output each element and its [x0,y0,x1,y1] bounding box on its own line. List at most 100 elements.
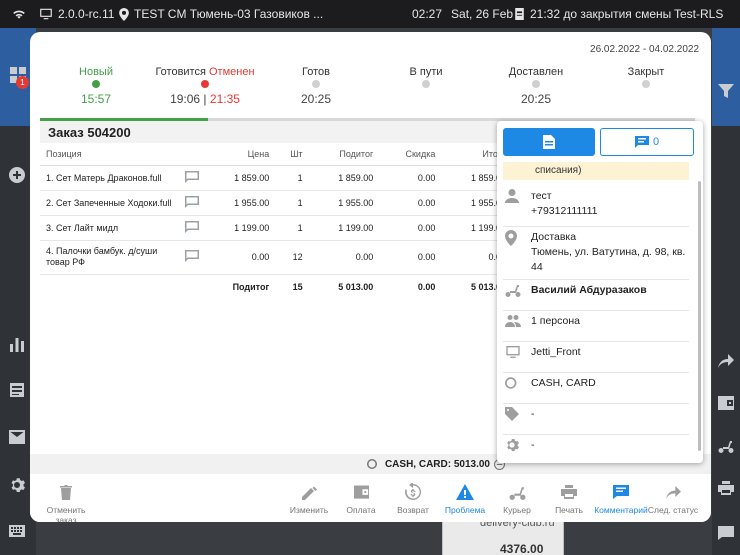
problem-button[interactable]: Проблема [435,482,495,515]
payment-label: Оплата [346,505,376,515]
status-shift: 21:32 до закрытия смены [514,0,671,28]
courier-button[interactable]: Курьер [487,482,547,515]
comment-outline-icon [185,220,199,233]
rail-mail-button[interactable] [9,430,27,448]
step-cooking-dot [201,80,209,88]
right-rail-filter-button[interactable] [718,83,734,99]
right-rail [712,28,740,555]
cash-icon [366,459,381,469]
table-row[interactable]: 2. Сет Запеченные Ходоки.full 1 955.00 1… [40,190,514,216]
people-icon [505,315,521,327]
location-pin-icon [119,7,129,21]
tag-row: - [503,407,689,435]
delivery-address: Тюмень, ул. Ватутина, д. 98, кв. 44 [531,246,686,273]
wifi-icon [13,10,25,19]
item-comment-button[interactable] [180,165,204,191]
rail-list-button[interactable] [9,382,27,400]
forward-icon [718,354,734,368]
item-subtotal: 1 955.00 [310,190,382,216]
next-status-button[interactable]: След. статус [643,482,703,515]
right-rail-active-section [712,28,740,126]
step-closed: Закрыт [591,66,701,88]
payment-summary: CASH, CARD: 5013.00 [384,458,490,470]
printer-icon [561,485,577,499]
customer-panel-scrollbar[interactable] [698,181,701,451]
status-profile[interactable]: Test-RLS [674,0,723,28]
edit-label: Изменить [289,505,329,515]
rail-keyboard-button[interactable] [9,524,27,542]
list-icon [10,383,24,397]
order-items-section: Заказ 504200 Позиция Цена Шт Подитог Ски… [40,121,514,299]
comment-label: Комментарий [594,505,648,515]
wallet-icon [718,396,734,410]
source-row: Jetti_Front [503,345,689,373]
problem-label: Проблема [444,505,486,515]
item-qty: 1 [277,165,311,191]
item-comment-button[interactable] [180,215,204,241]
scooter-icon [509,486,525,500]
refund-button[interactable]: Возврат [383,482,443,515]
totals-discount: 0.00 [417,281,436,292]
cancel-order-button[interactable]: Отменить заказ [36,482,96,522]
col-discount: Скидка [381,143,444,166]
item-comment-button[interactable] [180,190,204,216]
payment-button[interactable]: Оплата [331,482,391,515]
step-ready-dot [312,80,320,88]
step-cooking: Готовится Отменен 19:06 | 21:35 [150,66,260,106]
edit-button[interactable]: Изменить [279,482,339,515]
step-cooking-time: 19:06 [170,92,201,106]
gear-icon [11,478,25,492]
right-rail-scooter-button[interactable] [718,439,734,455]
bar-chart-icon [10,338,24,352]
col-subtotal: Подитог [310,143,382,166]
step-new-time: 15:57 [80,92,112,106]
right-rail-print-button[interactable] [718,481,734,497]
details-tab-button[interactable] [503,128,595,156]
status-clock: 02:27 Sat, 26 Feb [412,0,513,28]
col-price: Цена [204,143,278,166]
wallet-icon [353,485,369,499]
rail-add-button[interactable] [9,167,27,185]
payment-row: CASH, CARD [503,376,689,404]
table-row[interactable]: 3. Сет Лайт мидл 1 199.00 1 1 199.00 0.0… [40,215,514,241]
comment-outline-icon [185,250,199,262]
clock-time: 02:27 [412,7,443,21]
right-rail-wallet-button[interactable] [718,396,734,412]
keyboard-icon [9,525,25,537]
filter-icon [718,84,734,98]
print-button[interactable]: Печать [539,482,599,515]
courier-name: Василий Абдуразаков [531,284,647,296]
persons-row: 1 персона [503,314,689,342]
step-new: Новый 15:57 [41,66,151,106]
badge-icon [515,8,524,20]
rail-reports-button[interactable] [9,336,27,354]
customer-name: тест [531,190,552,202]
profile-name: Test-RLS [674,7,724,21]
step-in-transit-label: В пути [409,66,443,78]
table-row[interactable]: 4. Палочки бамбук. д/суши товар РФ 0.00 … [40,240,514,275]
printer-icon [718,481,734,495]
table-row[interactable]: 1. Сет Матерь Драконов.full 1 859.00 1 1… [40,165,514,191]
item-comment-button[interactable] [180,240,204,275]
item-price: 1 955.00 [204,190,278,216]
status-location[interactable]: TEST CM Тюмень-03 Газовиков ... [119,0,323,28]
app-version: 2.0.0-rc.11 [58,7,115,21]
comments-tab-button[interactable]: 0 [600,128,694,156]
customer-phone[interactable]: +79312111111 [531,204,597,219]
totals-subtotal: 5 013.00 [338,281,374,292]
order-items-table: Позиция Цена Шт Подитог Скидка Итого 1. … [40,143,514,299]
rail-settings-button[interactable] [9,477,27,495]
item-qty: 12 [277,240,311,275]
right-rail-forward-button[interactable] [718,354,734,370]
step-ready-label: Готов [302,66,330,78]
table-header: Позиция Цена Шт Подитог Скидка Итого [40,143,514,166]
comment-button[interactable]: Комментарий [591,482,651,515]
step-delivered-dot [532,80,540,88]
right-rail-comment-button[interactable] [718,526,734,542]
comments-count: 0 [652,136,660,148]
step-delivered-label: Доставлен [508,66,564,78]
step-cancelled-time: 21:35 [209,92,240,106]
step-ready: Готов 20:25 [261,66,371,106]
table-totals-row: Подитог 15 5 013.00 0.00 5 013.00 [40,274,514,299]
item-subtotal: 1 859.00 [310,165,382,191]
